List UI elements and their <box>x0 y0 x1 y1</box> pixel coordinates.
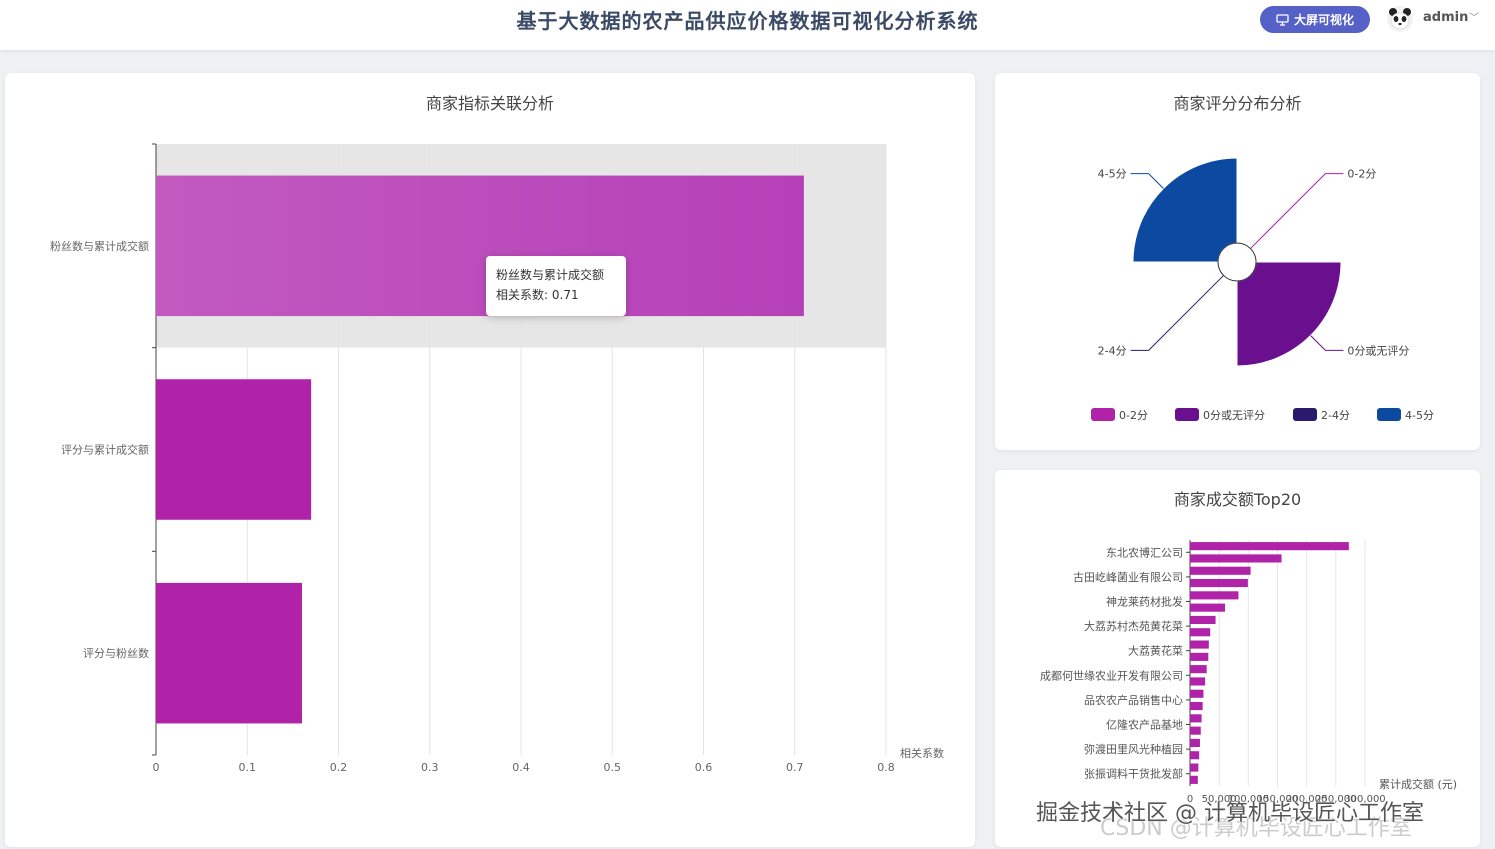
bar <box>1190 701 1203 711</box>
x-tick-label: 0.7 <box>786 761 804 774</box>
y-tick-label: 弥渡田里风光种植园 <box>1084 742 1183 756</box>
y-tick-label: 大荔黄花菜 <box>1128 644 1183 658</box>
x-tick-label: 0.4 <box>512 761 530 774</box>
bar <box>1190 542 1349 551</box>
correlation-bar-chart: 0 0.1 0.2 0.3 0.4 0.5 0.6 0.7 0.8 相关系数 粉丝数与累计成交额评分… <box>50 143 944 774</box>
rating-card: 商家评分分布分析 0-2分 0分或无评分 2-4分 4-5分 0-2分 0分或无评分 2-4… <box>995 73 1480 450</box>
monitor-icon <box>1276 13 1289 26</box>
bar <box>156 175 804 317</box>
y-tick-label: 大荔苏村杰苑黄花菜 <box>1084 619 1183 633</box>
tooltip-value: 0.71 <box>551 288 579 302</box>
legend-swatch <box>1377 408 1401 421</box>
rating-rose-chart: 0-2分 0分或无评分 2-4分 4-5分 0-2分 0分或无评分 2-4分 4-5分 <box>1091 157 1434 422</box>
slice-label: 0-2分 <box>1347 168 1376 181</box>
label-leader-line <box>1130 275 1224 351</box>
chart-tooltip: 粉丝数与累计成交额 相关系数: 0.71 <box>486 256 626 316</box>
slice-label: 0分或无评分 <box>1347 344 1409 357</box>
x-tick-label: 0.3 <box>421 761 439 774</box>
tooltip-value-line: 相关系数: 0.71 <box>496 288 579 302</box>
bar <box>1190 714 1202 723</box>
bar <box>1190 652 1209 661</box>
legend-swatch <box>1091 408 1115 421</box>
y-tick-label: 评分与粉丝数 <box>83 647 149 660</box>
legend-label: 4-5分 <box>1405 409 1434 422</box>
legend-swatch <box>1293 408 1317 421</box>
label-leader-line <box>1310 335 1344 351</box>
bar <box>1190 665 1207 674</box>
slice-label: 4-5分 <box>1098 168 1127 181</box>
y-tick-label: 亿隆农产品基地 <box>1106 718 1183 732</box>
bar <box>156 379 312 520</box>
x-tick-label: 0.5 <box>604 761 622 774</box>
chevron-down-icon[interactable]: ﹀ <box>1469 9 1479 24</box>
legend-label: 2-4分 <box>1321 409 1350 422</box>
y-tick-label: 品农农产品销售中心 <box>1084 693 1183 707</box>
bar <box>1190 554 1282 563</box>
legend-swatch <box>1175 408 1199 421</box>
x-axis-label: 累计成交额 (元) <box>1379 777 1457 791</box>
bar <box>1190 603 1225 612</box>
slice-label: 2-4分 <box>1098 344 1127 357</box>
y-tick-label: 张振调料干货批发部 <box>1084 767 1183 781</box>
top20-bar-chart: 0 50,000100,000150,000200,000250,000300,0… <box>1040 540 1457 805</box>
tooltip-label: 相关系数 <box>496 288 545 302</box>
correlation-card: 商家指标关联分析 0 0.1 0.2 0.3 0.4 0.5 0.6 0.7 0.8 相关系数 粉丝… <box>5 73 975 847</box>
big-screen-button[interactable]: 大屏可视化 <box>1260 6 1370 33</box>
legend-label: 0-2分 <box>1119 409 1148 422</box>
top20-card: 商家成交额Top20 0 50,000 100,000 150,000 200,000 2… <box>995 470 1480 847</box>
bar <box>1190 640 1209 649</box>
bar <box>1190 751 1200 760</box>
label-leader-line <box>1130 173 1164 189</box>
y-tick-label: 神龙莱药材批发 <box>1106 595 1183 609</box>
bar <box>156 582 302 724</box>
legend-label: 0分或无评分 <box>1203 409 1265 422</box>
bar <box>1190 726 1201 735</box>
bar <box>1190 738 1200 748</box>
bar <box>1190 615 1216 625</box>
x-tick-label: 0.8 <box>877 761 895 774</box>
x-tick-label: 0.1 <box>239 761 257 774</box>
user-name[interactable]: admin <box>1423 10 1468 25</box>
tooltip-category: 粉丝数与累计成交额 <box>496 268 605 282</box>
bar <box>1190 689 1204 698</box>
bar <box>1190 628 1211 637</box>
y-tick-label: 评分与累计成交额 <box>61 443 149 457</box>
app-header: 基于大数据的农产品供应价格数据可视化分析系统 大屏可视化 admin ﹀ <box>0 0 1495 50</box>
y-tick-label: 成都何世缘农业开发有限公司 <box>1040 668 1183 682</box>
watermark-juejin: 掘金技术社区 @ 计算机毕设匠心工作室 <box>1036 801 1424 826</box>
y-tick-label: 粉丝数与累计成交额 <box>50 239 149 253</box>
y-tick-label: 东北农博汇公司 <box>1106 545 1183 559</box>
bar <box>1190 677 1206 686</box>
y-tick-label: 古田屹峰菌业有限公司 <box>1073 570 1183 584</box>
avatar[interactable] <box>1386 5 1414 33</box>
x-tick-label: 0 <box>153 761 160 774</box>
x-tick-label: 0.2 <box>330 761 348 774</box>
x-tick-label: 0.6 <box>695 761 713 774</box>
bar <box>1190 591 1239 600</box>
rose-center-hole <box>1217 242 1257 282</box>
bar <box>1190 578 1248 588</box>
bar <box>1190 566 1251 575</box>
x-axis-label: 相关系数 <box>900 746 944 760</box>
big-screen-button-label: 大屏可视化 <box>1293 13 1354 27</box>
bar <box>1190 763 1199 772</box>
bar <box>1190 775 1198 784</box>
label-leader-line <box>1250 173 1344 249</box>
